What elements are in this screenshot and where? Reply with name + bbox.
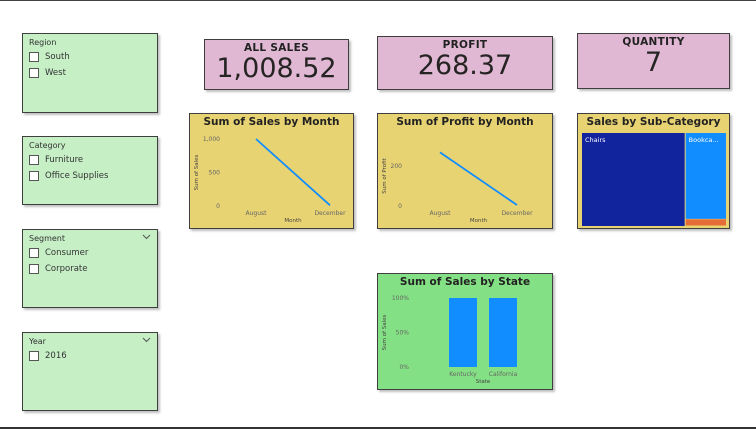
- slicer-option[interactable]: Consumer: [29, 245, 151, 261]
- slicer-option-label: South: [45, 52, 70, 62]
- bar[interactable]: [489, 298, 517, 367]
- slicer-option-label: Office Supplies: [45, 171, 109, 181]
- x-tick-label: Kentucky: [449, 371, 477, 378]
- y-tick-label: 200: [391, 163, 403, 170]
- series-line[interactable]: [255, 138, 331, 207]
- x-axis-title: State: [476, 379, 491, 385]
- checkbox[interactable]: [29, 155, 39, 165]
- year-slicer[interactable]: Year 2016: [22, 332, 158, 411]
- region-slicer[interactable]: Region South West: [22, 33, 158, 113]
- checkbox[interactable]: [29, 351, 39, 361]
- sales-by-subcategory-treemap[interactable]: Chairs Bookca... Sales by Sub-Category: [577, 113, 730, 229]
- chart-title: Sum of Profit by Month: [396, 116, 534, 128]
- checkbox[interactable]: [29, 171, 39, 181]
- slicer-option-label: Furniture: [45, 155, 84, 165]
- y-tick-label: 0: [398, 203, 402, 210]
- slicer-option-label: Consumer: [45, 248, 89, 258]
- treemap-tile-label: Bookca...: [689, 136, 719, 144]
- chart-title: Sum of Sales by State: [399, 276, 531, 288]
- slicer-option[interactable]: West: [29, 65, 151, 81]
- x-axis-title: Month: [470, 218, 488, 224]
- slicer-option-label: West: [45, 68, 66, 78]
- chevron-down-icon[interactable]: [142, 337, 151, 343]
- chart-title: Sum of Sales by Month: [203, 116, 340, 128]
- slicer-title: Year: [29, 337, 46, 346]
- chart-title: Sales by Sub-Category: [586, 116, 721, 128]
- slicer-title: Region: [29, 38, 57, 47]
- x-tick-label: August: [430, 210, 452, 217]
- category-slicer[interactable]: Category Furniture Office Supplies: [22, 136, 158, 205]
- x-tick-label: December: [314, 210, 346, 217]
- slicer-option-label: 2016: [45, 351, 67, 361]
- x-tick-label: December: [501, 210, 533, 217]
- y-tick-label: 500: [209, 170, 221, 177]
- treemap-tile[interactable]: [685, 219, 726, 226]
- y-tick-label: 0%: [399, 364, 409, 371]
- series-line[interactable]: [439, 151, 518, 206]
- quantity-card[interactable]: QUANTITY 7: [577, 33, 730, 89]
- bar[interactable]: [449, 298, 477, 367]
- x-tick-label: August: [246, 210, 268, 217]
- card-value: 268.37: [417, 50, 513, 81]
- checkbox[interactable]: [29, 68, 39, 78]
- treemap-tile-label: Chairs: [585, 136, 606, 144]
- sales-by-month-chart[interactable]: 0 500 1,000 August December Month Sum of Sales…: [189, 113, 354, 229]
- y-axis-title: Sum of Sales: [382, 314, 388, 350]
- top-border: [0, 0, 756, 1]
- slicer-option[interactable]: South: [29, 49, 151, 65]
- segment-slicer[interactable]: Segment Consumer Corporate: [22, 229, 158, 308]
- card-value: 7: [644, 47, 663, 78]
- slicer-title: Segment: [29, 234, 65, 243]
- slicer-option[interactable]: Corporate: [29, 261, 151, 277]
- sales-by-state-chart[interactable]: 0% 50% 100% Kentucky California State Sum of S…: [377, 273, 553, 390]
- slicer-option-label: Corporate: [45, 264, 88, 274]
- y-tick-label: 100%: [392, 295, 409, 302]
- x-axis-title: Month: [284, 218, 302, 224]
- all-sales-card[interactable]: ALL SALES 1,008.52: [204, 39, 349, 90]
- y-axis-title: Sum of Profit: [382, 157, 388, 193]
- profit-by-month-chart[interactable]: 0 200 August December Month Sum of Profit Sum…: [377, 113, 553, 229]
- slicer-option[interactable]: 2016: [29, 348, 151, 364]
- profit-card[interactable]: PROFIT 268.37: [377, 36, 553, 90]
- checkbox[interactable]: [29, 264, 39, 274]
- treemap-tile[interactable]: [685, 133, 726, 219]
- x-tick-label: California: [489, 371, 518, 378]
- slicer-title: Category: [29, 141, 66, 150]
- slicer-option[interactable]: Office Supplies: [29, 168, 151, 184]
- y-tick-label: 0: [216, 203, 220, 210]
- y-tick-label: 1,000: [203, 136, 220, 143]
- treemap-tile[interactable]: [582, 133, 685, 226]
- slicer-option[interactable]: Furniture: [29, 152, 151, 168]
- y-tick-label: 50%: [396, 330, 410, 337]
- chevron-down-icon[interactable]: [142, 234, 151, 240]
- checkbox[interactable]: [29, 248, 39, 258]
- card-value: 1,008.52: [216, 53, 337, 84]
- checkbox[interactable]: [29, 52, 39, 62]
- y-axis-title: Sum of Sales: [194, 154, 200, 190]
